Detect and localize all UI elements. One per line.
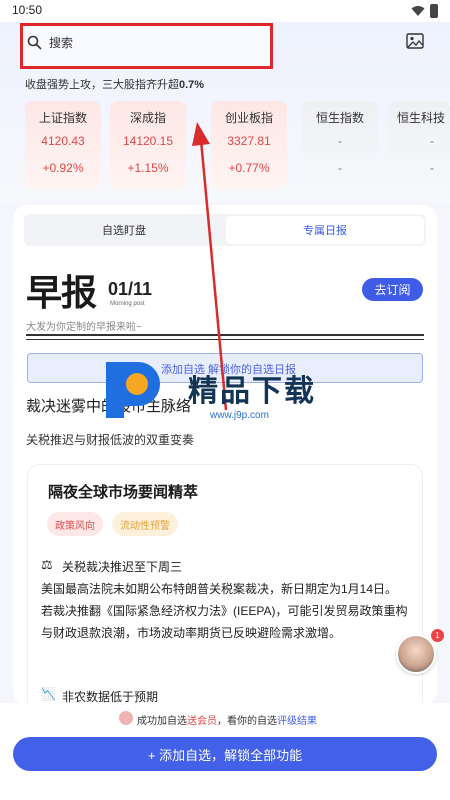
divider	[26, 339, 424, 340]
index-value: 4120.43	[41, 134, 85, 148]
watermark-text: 精品下载	[188, 375, 316, 408]
index-change: +0.92%	[42, 161, 84, 175]
index-value: 3327.81	[227, 134, 271, 148]
watermark-url: www.j9p.com	[210, 410, 269, 421]
market-summary-text: 收盘强势上攻，三大股指齐升超	[25, 79, 179, 91]
wifi-icon	[411, 6, 425, 16]
index-change: -	[430, 161, 434, 175]
divider	[26, 334, 424, 336]
index-card-shanghai[interactable]: 上证指数 4120.43 +0.92%	[25, 101, 101, 189]
index-card-hang-seng[interactable]: 恒生指数 - -	[302, 101, 378, 189]
tag-policy: 政策风向	[47, 512, 103, 536]
rating-result-link[interactable]: 评级结果	[277, 716, 317, 727]
index-card-chinext[interactable]: 创业板指 3327.81 +0.77%	[211, 101, 287, 189]
brief-subtitle: 大发为你定制的早报来啦~	[26, 322, 142, 333]
promo-middle: ，看你的自选	[217, 716, 277, 727]
index-value: 14120.15	[122, 134, 174, 148]
index-change: +1.15%	[127, 161, 169, 175]
subscribe-button[interactable]: 去订阅	[362, 278, 423, 301]
index-value: -	[430, 134, 434, 148]
index-card-hang-seng-tech[interactable]: 恒生科技 - -	[388, 101, 450, 189]
index-name: 深成指	[129, 111, 166, 125]
battery-icon	[430, 4, 438, 18]
search-placeholder: 搜索	[49, 36, 74, 50]
chart-icon: 📉	[41, 687, 56, 701]
headline-subtitle: 关税推迟与财报低波的双重变奏	[26, 433, 195, 447]
scale-icon: ⚖	[41, 557, 53, 572]
index-card-shenzhen[interactable]: 深成指 14120.15 +1.15%	[110, 101, 186, 189]
index-change: -	[338, 161, 342, 175]
gift-icon	[119, 711, 133, 725]
home-indicator	[0, 784, 450, 800]
status-time: 10:50	[12, 3, 43, 17]
watermark-logo	[106, 362, 160, 418]
search-icon	[27, 35, 42, 50]
assistant-avatar[interactable]	[396, 634, 436, 674]
tag-liquidity: 流动性预警	[112, 512, 178, 536]
tab-exclusive-brief[interactable]: 专属日报	[226, 216, 424, 244]
index-change: +0.77%	[228, 161, 270, 175]
news-item-body: 美国最高法院未如期公布特朗普关税案裁决，新日期定为1月14日。若裁决推翻《国际紧…	[41, 582, 408, 640]
add-watchlist-button[interactable]: + 添加自选，解锁全部功能	[13, 737, 437, 771]
image-search-icon[interactable]	[406, 33, 424, 49]
notification-badge: 1	[431, 629, 444, 642]
index-name: 恒生科技	[397, 111, 446, 125]
promo-text: 成功加自选送会员，看你的自选评级结果	[137, 712, 317, 727]
index-name: 恒生指数	[315, 111, 364, 125]
index-value: -	[338, 134, 342, 148]
news-card-title: 隔夜全球市场要闻精萃	[48, 484, 199, 501]
promo-highlight-red: 送会员	[187, 716, 217, 727]
market-summary: 收盘强势上攻，三大股指齐升超0.7%	[25, 76, 204, 92]
promo-prefix: 成功加自选	[137, 716, 187, 727]
index-name: 创业板指	[224, 111, 273, 125]
brief-date: 01/11	[108, 279, 153, 299]
brief-subtitle-en: Morning post	[110, 301, 145, 307]
index-name: 上证指数	[38, 111, 87, 125]
tab-watchlist[interactable]: 自选盯盘	[26, 216, 222, 244]
news-item-title: 关税裁决推迟至下周三	[62, 560, 183, 574]
market-summary-percent: 0.7%	[179, 79, 205, 91]
brief-title: 早报	[26, 272, 97, 314]
status-bar	[0, 0, 450, 22]
